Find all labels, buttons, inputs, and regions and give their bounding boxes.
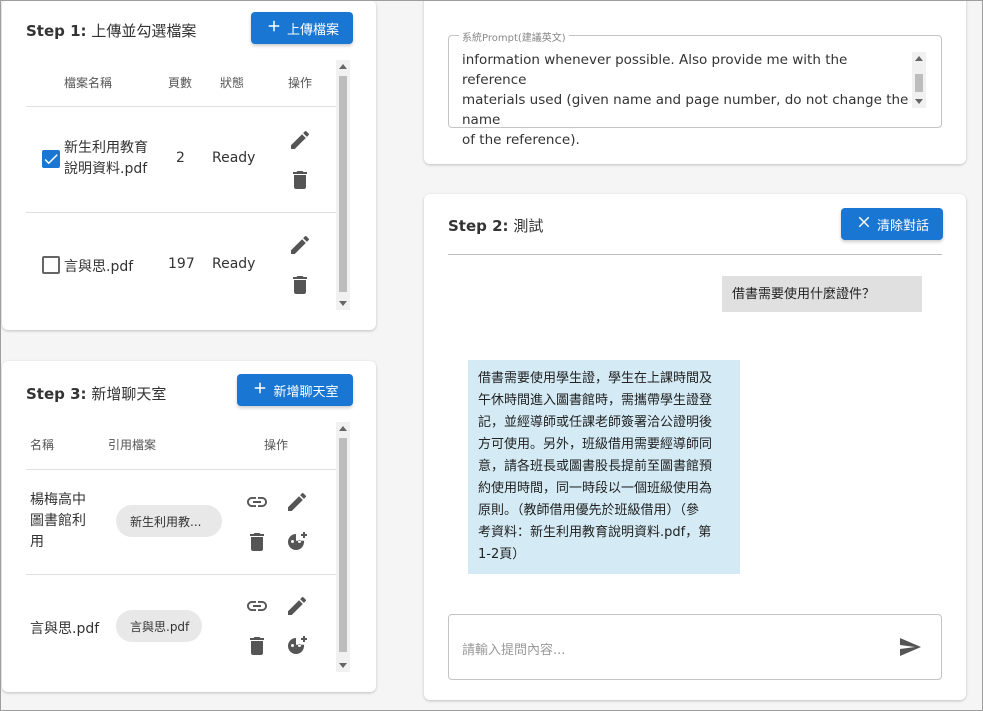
step1-title-text: 上傳並勾選檔案 xyxy=(91,22,197,40)
scroll-down-arrow[interactable] xyxy=(339,301,347,306)
step2-title-prefix: Step 2: xyxy=(448,217,509,235)
divider xyxy=(26,574,336,575)
scroll-thumb[interactable] xyxy=(339,438,347,652)
step2-card: Step 2: 測試 清除對話 借書需要使用什麼證件？ 借書需要使用學生證，學生… xyxy=(424,194,966,700)
scroll-down-arrow[interactable] xyxy=(339,663,347,668)
delete-icon[interactable] xyxy=(245,634,269,658)
bot-message-line: 1-2頁） xyxy=(478,547,526,562)
step1-title-prefix: Step 1: xyxy=(26,22,87,40)
delete-icon[interactable] xyxy=(288,273,312,297)
ref-file-chip: 新生利用教... xyxy=(116,505,222,537)
clear-chat-button[interactable]: 清除對話 xyxy=(841,208,943,240)
scroll-up-arrow[interactable] xyxy=(339,64,347,69)
col-file-name: 檔案名稱 xyxy=(64,76,113,90)
file-pages: 2 xyxy=(176,150,185,166)
send-icon[interactable] xyxy=(898,635,922,659)
step3-title: Step 3: 新增聊天室 xyxy=(26,383,166,404)
close-icon xyxy=(855,213,873,235)
divider xyxy=(26,106,336,107)
bot-message-bubble: 借書需要使用學生證，學生在上課時間及 午休時間進入圖書館時，需攜帶學生證登 記，… xyxy=(468,360,740,574)
file-checkbox[interactable] xyxy=(42,256,60,274)
scroll-thumb[interactable] xyxy=(339,76,347,292)
system-prompt-textarea[interactable]: information whenever possible. Also prov… xyxy=(462,50,914,150)
link-icon[interactable] xyxy=(245,490,269,514)
step2-title-text: 測試 xyxy=(513,217,544,235)
col-actions: 操作 xyxy=(264,438,289,452)
files-scrollbar[interactable] xyxy=(336,60,350,310)
bot-message-line: 午休時間進入圖書館時，需攜帶學生證登 xyxy=(478,393,713,408)
bot-message-line: 意，請各班長或圖書股長提前至圖書館預 xyxy=(478,459,713,474)
system-prompt-label: 系統Prompt(建議英文) xyxy=(459,29,569,44)
plus-icon xyxy=(251,379,269,401)
col-actions: 操作 xyxy=(288,76,313,90)
col-name: 名稱 xyxy=(30,438,55,452)
upload-file-button[interactable]: 上傳檔案 xyxy=(251,12,353,44)
file-checkbox[interactable] xyxy=(42,150,60,168)
add-chatroom-button[interactable]: 新增聊天室 xyxy=(237,374,353,406)
bot-message-line: 記，並經導師或任課老師簽署洽公證明後 xyxy=(478,415,713,430)
step3-title-text: 新增聊天室 xyxy=(91,385,167,403)
file-status: Ready xyxy=(212,256,256,272)
chatroom-name: 言與思.pdf xyxy=(30,621,100,637)
bot-message-line: 約使用時間，同一時段以一個班級使用為 xyxy=(478,481,713,496)
step3-title-prefix: Step 3: xyxy=(26,385,87,403)
system-prompt-card: 系統Prompt(建議英文) information whenever poss… xyxy=(424,0,966,164)
ref-file-chip: 言與思.pdf xyxy=(116,610,202,642)
bot-message-line: 方可使用。另外，班級借用需要經導師同 xyxy=(478,437,713,452)
bot-message-line: 借書需要使用學生證，學生在上課時間及 xyxy=(478,371,713,386)
edit-icon[interactable] xyxy=(285,594,309,618)
divider xyxy=(26,469,336,470)
chatroom-name-line: 用 xyxy=(30,534,44,550)
col-pages: 頁數 xyxy=(168,76,193,90)
delete-icon[interactable] xyxy=(245,530,269,554)
chatroom-name-line: 楊梅高中 xyxy=(30,492,86,508)
bot-message-line: 考資料：新生利用教育說明資料.pdf，第 xyxy=(478,525,712,540)
upload-file-label: 上傳檔案 xyxy=(286,22,339,38)
col-status: 狀態 xyxy=(220,76,245,90)
step3-card: Step 3: 新增聊天室 新增聊天室 名稱 引用檔案 操作 楊梅高中 圖書館利… xyxy=(2,361,376,692)
add-chatroom-label: 新增聊天室 xyxy=(273,384,339,400)
scroll-thumb[interactable] xyxy=(915,74,923,92)
delete-icon[interactable] xyxy=(288,168,312,192)
col-ref-files: 引用檔案 xyxy=(108,438,157,452)
edit-icon[interactable] xyxy=(288,128,312,152)
bot-message-line: 原則。（教師借用優先於班級借用）（參 xyxy=(478,503,700,518)
clear-chat-label: 清除對話 xyxy=(876,218,929,234)
plus-icon xyxy=(265,17,283,39)
file-pages: 197 xyxy=(168,256,195,272)
check-icon xyxy=(44,154,58,165)
chatroom-name-line: 圖書館利 xyxy=(30,513,86,529)
file-name-line: 新生利用教育 xyxy=(64,140,148,156)
chatrooms-scrollbar[interactable] xyxy=(336,422,350,672)
add-emoji-icon[interactable] xyxy=(285,634,309,658)
prompt-scrollbar[interactable] xyxy=(912,52,926,108)
divider xyxy=(26,212,336,213)
scroll-up-arrow[interactable] xyxy=(339,426,347,431)
scroll-down-arrow[interactable] xyxy=(915,99,923,104)
chatroom-name: 楊梅高中 圖書館利 用 xyxy=(30,490,86,553)
question-input-placeholder: 請輸入提問內容... xyxy=(462,643,566,658)
edit-icon[interactable] xyxy=(288,233,312,257)
link-icon[interactable] xyxy=(245,594,269,618)
step2-title: Step 2: 測試 xyxy=(448,215,543,236)
add-emoji-icon[interactable] xyxy=(285,530,309,554)
file-status: Ready xyxy=(212,150,256,166)
step1-title: Step 1: 上傳並勾選檔案 xyxy=(26,20,196,41)
step1-card: Step 1: 上傳並勾選檔案 上傳檔案 檔案名稱 頁數 狀態 操作 新生利用教… xyxy=(2,0,376,330)
user-message-bubble: 借書需要使用什麼證件？ xyxy=(722,276,922,312)
file-name: 新生利用教育 說明資料.pdf xyxy=(64,138,148,180)
divider xyxy=(448,254,942,255)
file-name-line: 說明資料.pdf xyxy=(64,161,148,177)
edit-icon[interactable] xyxy=(285,490,309,514)
file-name: 言與思.pdf xyxy=(64,259,134,275)
scroll-up-arrow[interactable] xyxy=(915,56,923,61)
